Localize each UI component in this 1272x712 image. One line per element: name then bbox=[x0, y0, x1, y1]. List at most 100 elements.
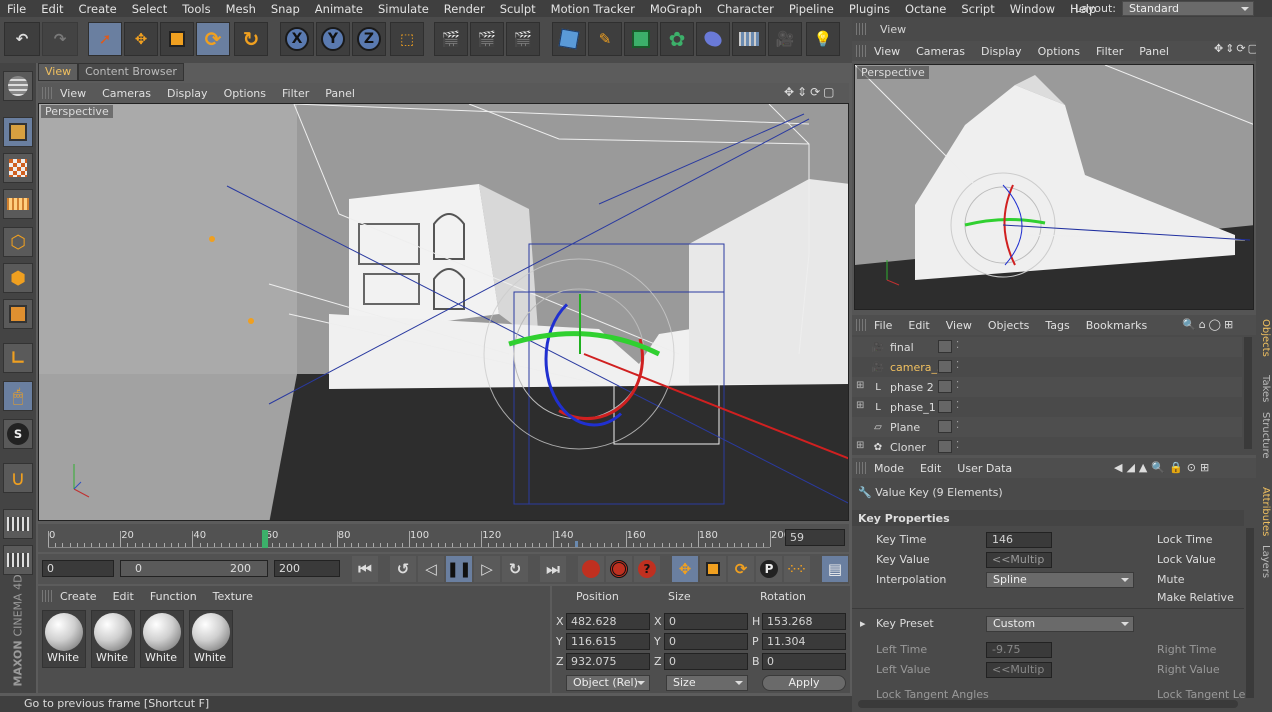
preview-range-slider[interactable]: 0 200 bbox=[120, 560, 268, 577]
camera-button[interactable]: 🎥 bbox=[768, 22, 802, 56]
side-tab-attributes[interactable]: Attributes bbox=[1257, 487, 1271, 536]
locked-workplane-button[interactable] bbox=[3, 509, 33, 539]
menu-tools[interactable]: Tools bbox=[175, 2, 218, 16]
object-menu-view[interactable]: View bbox=[938, 319, 980, 332]
menu-select[interactable]: Select bbox=[125, 2, 175, 16]
rotation-field[interactable]: 0 bbox=[762, 653, 846, 670]
left-value-field[interactable]: <<Multip bbox=[986, 662, 1052, 678]
menu-create[interactable]: Create bbox=[72, 2, 125, 16]
material-swatch[interactable]: White bbox=[140, 610, 184, 668]
move-tool-button[interactable]: ✥ bbox=[124, 22, 158, 56]
workplane-button[interactable] bbox=[3, 189, 33, 219]
attribute-menu-edit[interactable]: Edit bbox=[912, 462, 949, 475]
menu-script[interactable]: Script bbox=[954, 2, 1002, 16]
object-menu-bookmarks[interactable]: Bookmarks bbox=[1078, 319, 1155, 332]
cloner-button[interactable]: ✿ bbox=[660, 22, 694, 56]
visibility-toggle[interactable] bbox=[938, 340, 952, 353]
viewport-menu-cameras[interactable]: Cameras bbox=[94, 87, 159, 100]
right-viewport-menu-cameras[interactable]: Cameras bbox=[908, 45, 973, 58]
size-field[interactable]: 0 bbox=[664, 653, 748, 670]
texture-mode-button[interactable] bbox=[3, 153, 33, 183]
material-swatch[interactable]: White bbox=[91, 610, 135, 668]
size-mode-dropdown[interactable]: Size bbox=[666, 675, 748, 691]
layout-selector[interactable]: Layout: Standard bbox=[1075, 1, 1254, 16]
object-row[interactable]: ⊞ Lphase 2 ⁚ bbox=[852, 377, 1242, 397]
attribute-scrollbar[interactable] bbox=[1246, 528, 1254, 698]
key-position-button[interactable]: ✥ bbox=[672, 556, 698, 582]
go-to-end-button[interactable]: ⏭ bbox=[540, 556, 566, 582]
expand-icon[interactable]: ⊞ bbox=[856, 380, 864, 391]
menu-mesh[interactable]: Mesh bbox=[219, 2, 264, 16]
model-mode-button[interactable] bbox=[3, 117, 33, 147]
rotation-field[interactable]: 153.268 bbox=[762, 613, 846, 630]
floor-button[interactable] bbox=[732, 22, 766, 56]
side-tab-layers[interactable]: Layers bbox=[1257, 545, 1271, 578]
planar-workplane-button[interactable] bbox=[3, 545, 33, 575]
material-swatch[interactable]: White bbox=[189, 610, 233, 668]
z-axis-button[interactable]: Z bbox=[352, 22, 386, 56]
render-settings-button[interactable]: 🎬 bbox=[506, 22, 540, 56]
layer-dots-icon[interactable]: ⁚ bbox=[956, 440, 959, 451]
right-perspective-viewport[interactable]: Perspective bbox=[854, 64, 1254, 310]
material-menu-texture[interactable]: Texture bbox=[205, 590, 261, 603]
menu-plugins[interactable]: Plugins bbox=[842, 2, 898, 16]
layer-dots-icon[interactable]: ⁚ bbox=[956, 400, 959, 411]
menu-octane[interactable]: Octane bbox=[898, 2, 954, 16]
select-tool-button[interactable]: ➚ bbox=[88, 22, 122, 56]
object-menu-file[interactable]: File bbox=[866, 319, 900, 332]
position-field[interactable]: 932.075 bbox=[566, 653, 650, 670]
object-row[interactable]: 🎥 camera_3 ⁚ bbox=[852, 357, 1242, 377]
visibility-toggle[interactable] bbox=[938, 420, 952, 433]
menu-animate[interactable]: Animate bbox=[308, 2, 371, 16]
attribute-menu-mode[interactable]: Mode bbox=[866, 462, 912, 475]
start-frame-field[interactable]: 0 bbox=[42, 560, 114, 577]
end-frame-field[interactable]: 200 bbox=[274, 560, 340, 577]
expand-icon[interactable]: ⊞ bbox=[856, 440, 864, 451]
viewport-menu-options[interactable]: Options bbox=[216, 87, 274, 100]
menu-pipeline[interactable]: Pipeline bbox=[782, 2, 842, 16]
autokey-button[interactable] bbox=[606, 556, 632, 582]
key-preset-dropdown[interactable]: Custom bbox=[986, 616, 1134, 632]
object-row[interactable]: ⊞ ✿ Cloner ⁚ bbox=[852, 437, 1242, 455]
menu-sculpt[interactable]: Sculpt bbox=[493, 2, 544, 16]
right-viewport-menu-options[interactable]: Options bbox=[1030, 45, 1088, 58]
subdivision-button[interactable] bbox=[624, 22, 658, 56]
lock-time-label[interactable]: Lock Time bbox=[1157, 533, 1213, 546]
magnet-button[interactable]: ∪ bbox=[3, 463, 33, 493]
timeline-playhead[interactable] bbox=[261, 530, 268, 548]
key-preset-expand-icon[interactable]: ▸ bbox=[860, 617, 866, 630]
timeline-window-button[interactable]: ▤ bbox=[822, 556, 848, 582]
right-viewport-menu-filter[interactable]: Filter bbox=[1088, 45, 1131, 58]
polygons-mode-button[interactable] bbox=[3, 299, 33, 329]
keyframe-selection-button[interactable]: ? bbox=[634, 556, 660, 582]
current-frame-field[interactable]: 59 bbox=[785, 529, 845, 546]
object-scrollbar[interactable] bbox=[1244, 337, 1252, 449]
key-parameter-button[interactable]: P bbox=[756, 556, 782, 582]
coordinate-system-button[interactable]: ⬚ bbox=[390, 22, 424, 56]
y-axis-button[interactable]: Y bbox=[316, 22, 350, 56]
side-tab-structure[interactable]: Structure bbox=[1257, 412, 1271, 459]
visibility-toggle[interactable] bbox=[938, 440, 952, 453]
menu-file[interactable]: File bbox=[0, 2, 34, 16]
key-time-field[interactable]: 146 bbox=[986, 532, 1052, 548]
side-tab-objects[interactable]: Objects bbox=[1257, 319, 1271, 357]
menu-edit[interactable]: Edit bbox=[34, 2, 71, 16]
menu-simulate[interactable]: Simulate bbox=[371, 2, 437, 16]
layout-dropdown[interactable]: Standard bbox=[1122, 1, 1254, 16]
attribute-menu-user-data[interactable]: User Data bbox=[949, 462, 1020, 475]
visibility-toggle[interactable] bbox=[938, 360, 952, 373]
next-frame-button[interactable]: ▷ bbox=[474, 556, 500, 582]
key-rotation-button[interactable]: ⟳ bbox=[728, 556, 754, 582]
tab-view[interactable]: View bbox=[38, 63, 79, 81]
undo-button[interactable]: ↶ bbox=[4, 22, 40, 56]
previous-key-button[interactable]: ↺ bbox=[390, 556, 416, 582]
visibility-toggle[interactable] bbox=[938, 380, 952, 393]
pause-button[interactable]: ❚❚ bbox=[446, 556, 472, 582]
right-viewport-nav-icons[interactable]: ✥⇕⟳▢ bbox=[1214, 42, 1260, 55]
material-menu-function[interactable]: Function bbox=[142, 590, 205, 603]
menu-motion-tracker[interactable]: Motion Tracker bbox=[544, 2, 643, 16]
edges-mode-button[interactable]: ⬢ bbox=[3, 263, 33, 293]
menu-snap[interactable]: Snap bbox=[264, 2, 308, 16]
layer-dots-icon[interactable]: ⁚ bbox=[956, 360, 959, 371]
viewport-nav-icons[interactable]: ✥⇕⟳▢ bbox=[784, 85, 838, 99]
